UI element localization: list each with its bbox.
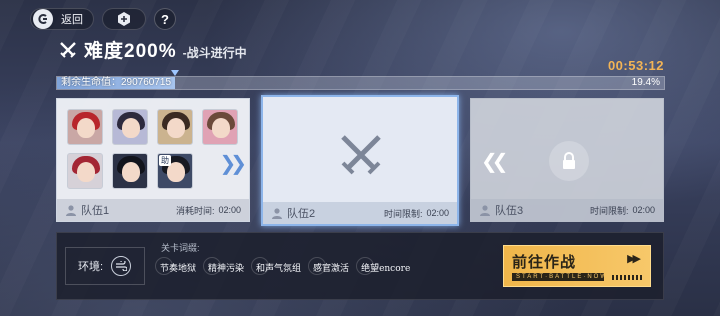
help-button[interactable]: ?: [154, 8, 176, 30]
avatar-grid: 助: [67, 109, 238, 189]
fast-forward-icon: ▶▶: [627, 253, 641, 265]
affix-item[interactable]: 和声气氛组: [251, 257, 302, 276]
team-time-value: 02:00: [632, 205, 655, 215]
stage-info-panel: 环境: 关卡词缀: 节奏地狱 精神污染 和声气氛组 感官激活 绝望encore 前往作战…: [56, 232, 664, 300]
boss-hp-bar: 剩余生命值：290760715 19.4%: [56, 70, 665, 90]
team-name: 队伍2: [287, 208, 316, 220]
team-time-value: 02:00: [218, 205, 241, 215]
team-card-2[interactable]: 队伍2 时间限制: 02:00: [261, 95, 459, 226]
chevron-left-icon[interactable]: ❮❮: [481, 149, 508, 174]
avatar[interactable]: [67, 109, 103, 145]
title-row: 难度200% -战斗进行中: [58, 36, 247, 63]
hp-marker: [170, 70, 179, 76]
person-icon: [66, 205, 76, 216]
avatar[interactable]: [157, 109, 193, 145]
affix-item[interactable]: 精神污染: [203, 257, 245, 276]
person-icon: [480, 205, 490, 216]
environment-label: 环境:: [78, 261, 104, 273]
go-to-battle-button[interactable]: 前往作战 START·BATTLE·NOW ▶▶: [503, 245, 651, 287]
team-card-3[interactable]: ❮❮ 队伍3 时间限制: 02:00: [470, 98, 664, 222]
assist-tag: 助: [159, 155, 171, 166]
crossed-swords-icon: [60, 41, 76, 58]
avatar[interactable]: [112, 109, 148, 145]
team-time-label: 消耗时间:: [175, 205, 215, 216]
avatar[interactable]: [67, 153, 103, 189]
affix-item[interactable]: 绝望encore: [356, 257, 411, 276]
team-time-label: 时间限制:: [589, 205, 629, 216]
team-time-label: 时间限制:: [383, 208, 423, 219]
team-card-1[interactable]: 助 ❯❯ 队伍1 消耗时间: 02:00: [56, 98, 250, 222]
battle-timer: 00:53:12: [607, 58, 664, 73]
environment-box[interactable]: 环境:: [65, 247, 145, 285]
wind-icon: [111, 256, 132, 276]
top-bar: 返回 ?: [30, 8, 176, 30]
go-to-battle-label: 前往作战: [512, 254, 577, 271]
team-footer: 队伍3 时间限制: 02:00: [471, 199, 663, 221]
battle-status: -战斗进行中: [182, 46, 247, 60]
team-footer: 队伍1 消耗时间: 02:00: [57, 199, 249, 221]
team-name: 队伍3: [495, 205, 524, 217]
tool-button[interactable]: [102, 8, 146, 30]
team-footer: 队伍2 时间限制: 02:00: [263, 202, 457, 224]
team-time-value: 02:00: [426, 208, 449, 218]
team-name: 队伍1: [81, 205, 110, 217]
go-to-battle-sub: START·BATTLE·NOW: [512, 273, 604, 281]
hexagon-tool-icon: [118, 12, 130, 26]
affix-item[interactable]: 感官激活: [308, 257, 350, 276]
back-button[interactable]: 返回: [30, 8, 94, 30]
return-icon: [33, 9, 53, 29]
affix-title: 关卡词缀:: [161, 243, 200, 253]
avatar-assist[interactable]: 助: [157, 153, 193, 189]
person-icon: [272, 208, 282, 219]
difficulty-title: 难度200%: [84, 41, 177, 62]
hp-percent: 19.4%: [631, 77, 660, 88]
affix-list: 节奏地狱 精神污染 和声气氛组 感官激活 绝望encore: [154, 257, 411, 276]
avatar[interactable]: [202, 109, 238, 145]
stripe-decoration: [612, 275, 642, 280]
back-label: 返回: [61, 14, 83, 26]
crossed-swords-icon: [341, 135, 381, 175]
avatar[interactable]: [112, 153, 148, 189]
hp-remaining-label: 剩余生命值：290760715: [61, 77, 172, 88]
affix-item[interactable]: 节奏地狱: [154, 257, 197, 276]
chevron-right-icon[interactable]: ❯❯: [219, 151, 246, 176]
lock-icon: [549, 141, 589, 181]
